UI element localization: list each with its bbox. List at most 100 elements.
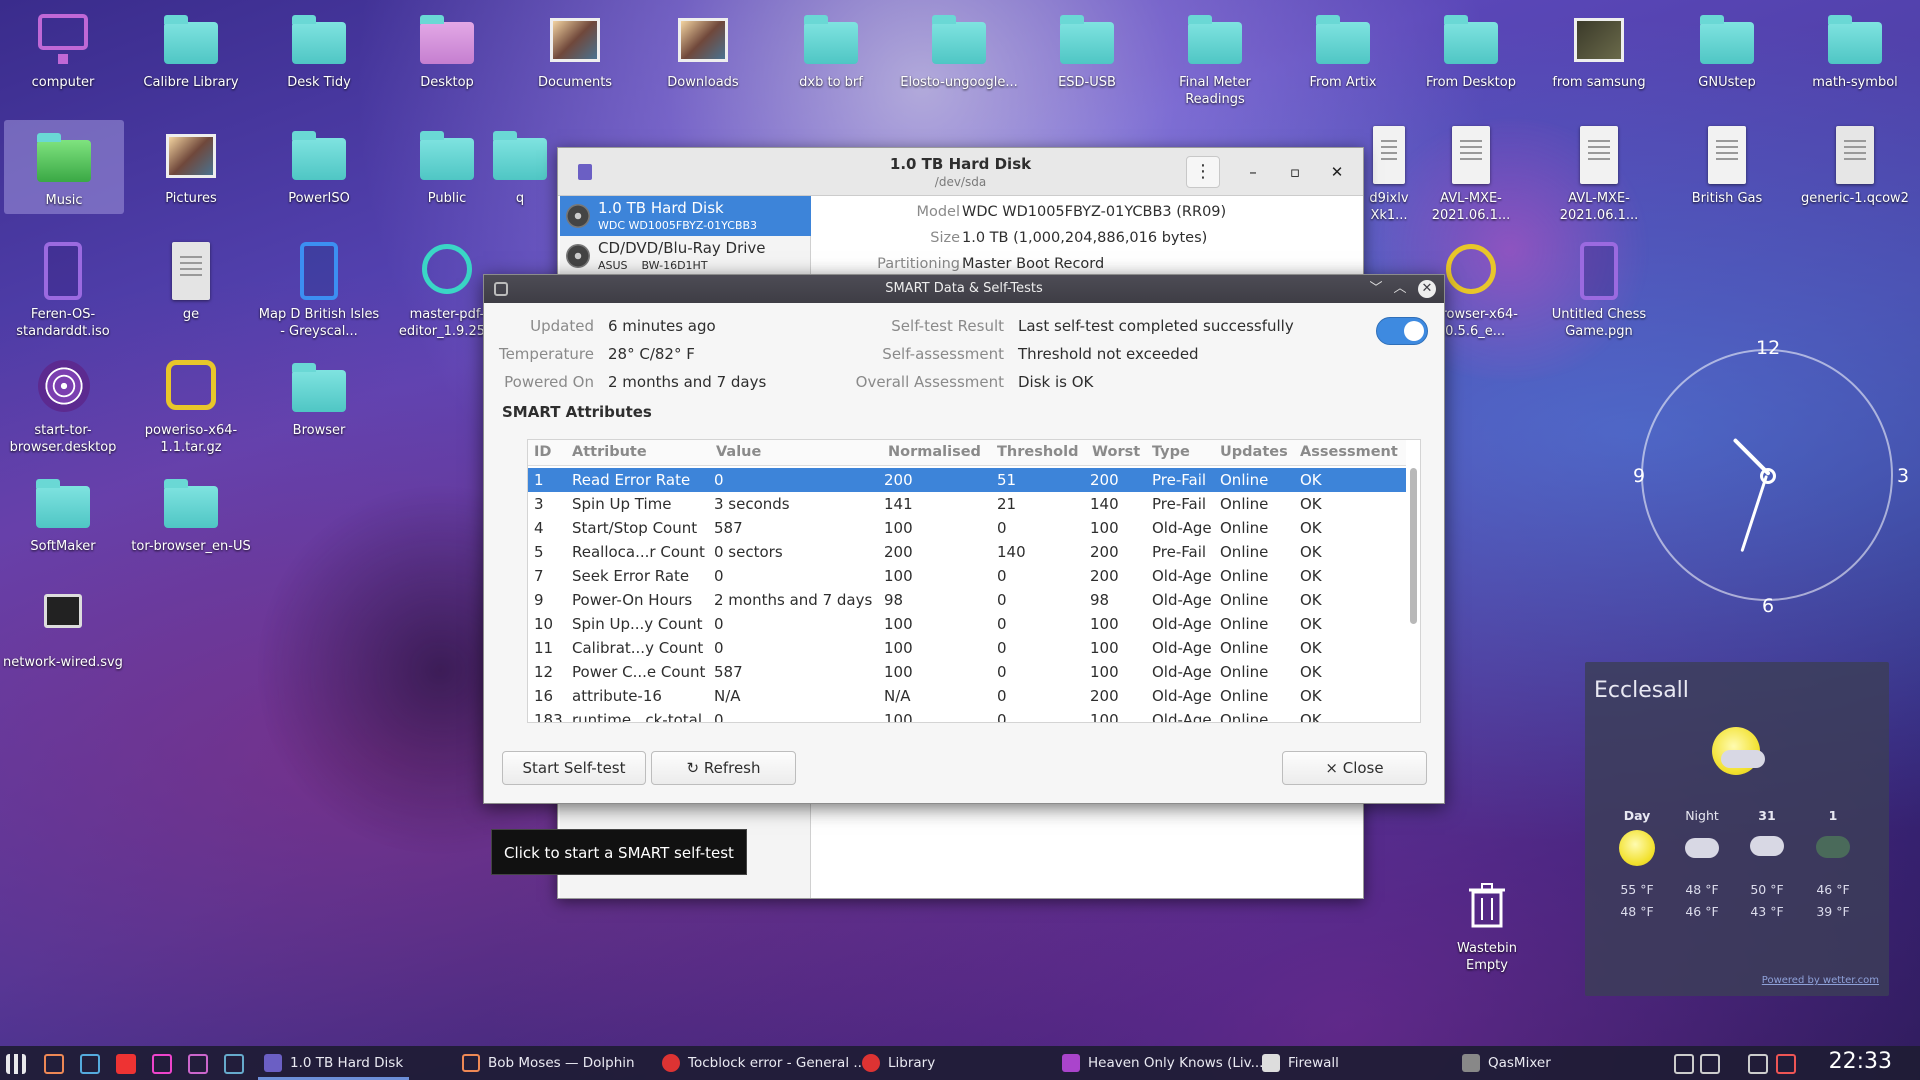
desktop-icon-documents[interactable]: Documents (512, 2, 638, 91)
column-header-value[interactable]: Value (716, 444, 761, 460)
close-button[interactable]: ✕ (1325, 160, 1349, 184)
table-row[interactable]: 183 runtime...ck-total 0 100 0 100 Old-Age Onli… (528, 708, 1406, 722)
desktop-icon-computer[interactable]: computer (0, 2, 126, 91)
task-browser[interactable]: Tocblock error - General ... (662, 1046, 866, 1080)
table-row[interactable]: 7 Seek Error Rate 0 100 0 200 Old-Age Online OK (528, 564, 1406, 588)
table-scrollbar[interactable] (1410, 466, 1418, 720)
planmaker-icon[interactable] (152, 1054, 172, 1074)
desktop-icon-music[interactable]: Music (4, 120, 124, 214)
column-header-type[interactable]: Type (1152, 444, 1190, 460)
desktop-icon-d9ixlv[interactable]: d9ixlv Xk1... (1364, 118, 1414, 224)
desktop-icon-elosto[interactable]: Elosto-ungoogle... (896, 2, 1022, 91)
cell-type: Pre-Fail (1152, 495, 1207, 513)
app-launcher-icon[interactable] (6, 1054, 26, 1074)
smart-enabled-toggle[interactable] (1376, 317, 1428, 345)
smart-attributes-table[interactable]: ID Attribute Value Normalised Threshold … (527, 439, 1421, 723)
table-row[interactable]: 1 Read Error Rate 0 200 51 200 Pre-Fail Online O… (528, 468, 1406, 492)
desktop-icon-avl-1[interactable]: AVL-MXE-2021.06.1... (1408, 118, 1534, 224)
weather-powered-by-link[interactable]: Powered by wetter.com (1762, 975, 1879, 986)
launcher-icon-monitor[interactable] (44, 1054, 64, 1074)
folder-icon (462, 1054, 480, 1072)
desktop-icon-map-british-isles[interactable]: Map D British Isles - Greyscal... (256, 234, 382, 340)
desktop-icon-from-samsung[interactable]: from samsung (1536, 2, 1662, 91)
desktop-icon-desktop[interactable]: Desktop (384, 2, 510, 91)
minimize-button[interactable]: – (1241, 160, 1265, 184)
network-tray-icon[interactable] (1674, 1054, 1694, 1074)
column-header-id[interactable]: ID (534, 444, 551, 460)
column-header-worst[interactable]: Worst (1092, 444, 1140, 460)
desktop-icon-pictures[interactable]: Pictures (128, 118, 254, 207)
collapse-button[interactable]: ﹀ (1366, 275, 1386, 303)
desktop-icon-dxb-to-brf[interactable]: dxb to brf (768, 2, 894, 91)
desktop-icon-untitled-chess[interactable]: Untitled Chess Game.pgn (1536, 234, 1662, 340)
table-row[interactable]: 10 Spin Up...y Count 0 100 0 100 Old-Age Online… (528, 612, 1406, 636)
disk-menu-button[interactable]: ⋮ (1186, 156, 1220, 188)
task-media-player[interactable]: Heaven Only Knows (Liv... (1062, 1046, 1263, 1080)
desktop-icon-network-wired[interactable]: network-wired.svg (0, 582, 126, 671)
start-self-test-button[interactable]: Start Self-test (502, 751, 646, 785)
task-firewall[interactable]: Firewall (1262, 1046, 1339, 1080)
desktop-icon-from-desktop[interactable]: From Desktop (1408, 2, 1534, 91)
desktop-icon-calibre-library[interactable]: Calibre Library (128, 2, 254, 91)
mail-icon[interactable] (80, 1054, 100, 1074)
refresh-button[interactable]: ↻ Refresh (651, 751, 796, 785)
table-row[interactable]: 11 Calibrat...y Count 0 100 0 100 Old-Age Onlin… (528, 636, 1406, 660)
column-header-assessment[interactable]: Assessment (1300, 444, 1398, 460)
desktop-icon-desk-tidy[interactable]: Desk Tidy (256, 2, 382, 91)
clock-number-3: 3 (1897, 465, 1910, 487)
dialog-close-icon[interactable]: ✕ (1418, 280, 1436, 298)
cell-attribute: Start/Stop Count (572, 519, 698, 537)
desktop-icon-from-artix[interactable]: From Artix (1280, 2, 1406, 91)
column-header-updates[interactable]: Updates (1220, 444, 1288, 460)
textmaker-icon[interactable] (116, 1054, 136, 1074)
desktop-icon-british-gas[interactable]: British Gas (1664, 118, 1790, 207)
desktop-icon-final-meter-readings[interactable]: Final Meter Readings (1152, 2, 1278, 108)
tray-expand-icon[interactable] (1806, 1054, 1826, 1074)
desktop-icon-poweriso[interactable]: PowerISO (256, 118, 382, 207)
expand-button[interactable]: ︿ (1390, 275, 1410, 303)
volume-muted-icon[interactable] (1776, 1054, 1796, 1074)
desktop-icon-gnustep[interactable]: GNUstep (1664, 2, 1790, 91)
terminal-icon[interactable] (224, 1054, 244, 1074)
table-row[interactable]: 12 Power C...e Count 587 100 0 100 Old-Age Onli… (528, 660, 1406, 684)
column-header-threshold[interactable]: Threshold (997, 444, 1078, 460)
scrollbar-thumb[interactable] (1410, 468, 1417, 624)
drive-item-hard-disk[interactable]: 1.0 TB Hard Disk WDC WD1005FBYZ-01YCBB3 (560, 196, 811, 236)
drive-item-optical[interactable]: CD/DVD/Blu-Ray Drive ASUS BW-16D1HT (560, 236, 811, 276)
taskbar-clock[interactable]: 22:33 (1829, 1049, 1892, 1074)
task-dolphin[interactable]: Bob Moses — Dolphin (462, 1046, 635, 1080)
task-hard-disk[interactable]: 1.0 TB Hard Disk (257, 1046, 410, 1080)
desktop-icon-ge[interactable]: ge (128, 234, 254, 323)
desktop-icon-feren-iso[interactable]: Feren-OS-standarddt.iso (0, 234, 126, 340)
desktop-icon-poweriso-tar[interactable]: poweriso-x64-1.1.tar.gz (128, 350, 254, 456)
display-tray-icon[interactable] (1700, 1054, 1720, 1074)
document-icon (1696, 124, 1758, 186)
table-row[interactable]: 3 Spin Up Time 3 seconds 141 21 140 Pre-Fail On… (528, 492, 1406, 516)
desktop-icon-avl-2[interactable]: AVL-MXE-2021.06.1... (1536, 118, 1662, 224)
desktop-icon-start-tor-browser[interactable]: start-tor-browser.desktop (0, 350, 126, 456)
task-qasmixer[interactable]: QasMixer (1462, 1046, 1551, 1080)
weather-city: Ecclesall (1594, 678, 1689, 703)
desktop-icon-generic-qcow2[interactable]: generic-1.qcow2 (1792, 118, 1918, 207)
smart-dialog-title: SMART Data & Self-Tests (885, 281, 1043, 296)
table-row[interactable]: 4 Start/Stop Count 587 100 0 100 Old-Age Online… (528, 516, 1406, 540)
desktop-icon-esd-usb[interactable]: ESD-USB (1024, 2, 1150, 91)
table-row[interactable]: 16 attribute-16 N/A N/A 0 200 Old-Age Online OK (528, 684, 1406, 708)
desktop-icon-browser[interactable]: Browser (256, 350, 382, 439)
table-row[interactable]: 9 Power-On Hours 2 months and 7 days 98 0 98 O… (528, 588, 1406, 612)
column-header-normalised[interactable]: Normalised (888, 444, 981, 460)
table-row[interactable]: 5 Realloca...r Count 0 sectors 200 140 200 Pre… (528, 540, 1406, 564)
maximize-button[interactable]: ▫ (1283, 160, 1307, 184)
screenshot-icon[interactable] (188, 1054, 208, 1074)
desktop-icon-softmaker[interactable]: SoftMaker (0, 466, 126, 555)
desktop-icon-downloads[interactable]: Downloads (640, 2, 766, 91)
desktop-icon-tor-browser-en-us[interactable]: tor-browser_en-US (128, 466, 254, 555)
clipboard-tray-icon[interactable] (1748, 1054, 1768, 1074)
desktop-icon-math-symbol[interactable]: math-symbol (1792, 2, 1918, 91)
dialog-close-button[interactable]: × Close (1282, 751, 1427, 785)
desktop-icon-wastebin[interactable]: Wastebin Empty (1424, 868, 1550, 974)
cell-type: Old-Age (1152, 687, 1212, 705)
task-library[interactable]: Library (862, 1046, 935, 1080)
column-header-attribute[interactable]: Attribute (572, 444, 647, 460)
desktop-icon-q[interactable]: q (480, 118, 560, 207)
